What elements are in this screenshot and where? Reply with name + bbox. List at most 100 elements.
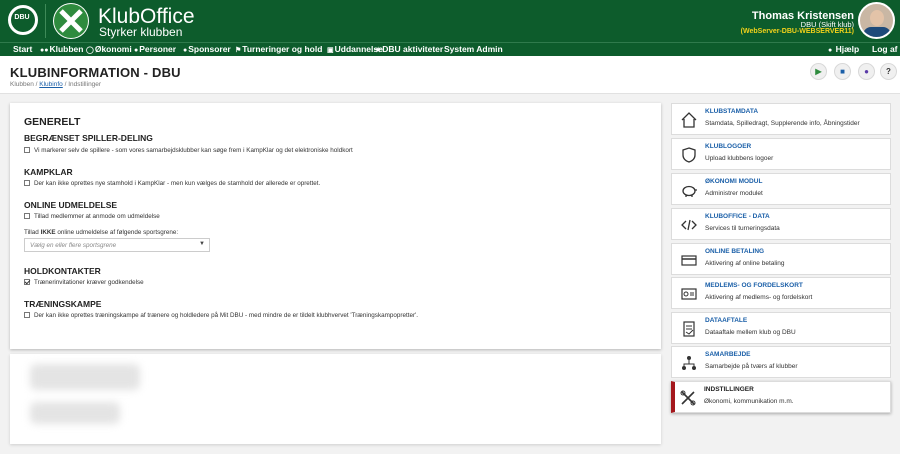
card-desc: Dataaftale mellem klub og DBU <box>705 329 796 336</box>
nav-turneringer[interactable]: ⚑Turneringer og hold <box>235 44 322 54</box>
book-icon: ▣ <box>327 47 334 54</box>
label-pre: Tillad <box>24 229 41 236</box>
code-icon <box>681 219 697 231</box>
nav-klubben-label: Klubben <box>49 44 84 54</box>
nav-start-label: Start <box>13 44 33 54</box>
card-title: KLUBOFFICE - DATA <box>705 213 770 220</box>
dbu-logo-text: DBU <box>14 14 30 21</box>
card-medlemskort[interactable]: MEDLEMS- OG FORDELSKORT Aktivering af me… <box>671 277 891 309</box>
server-label: (WebServer-DBU-WEBSERVER11) <box>740 28 854 35</box>
nav-system-admin[interactable]: System Admin <box>444 44 503 54</box>
checkbox-holdkontakter[interactable]: Trænerinvitationer kræver godkendelse <box>24 279 144 286</box>
breadcrumb-klubben[interactable]: Klubben <box>10 81 34 88</box>
piggy-bank-icon <box>682 185 697 197</box>
lightbulb-icon: ● <box>828 47 833 54</box>
save-button[interactable]: ■ <box>834 63 851 80</box>
checkbox-label: Trænerinvitationer kræver godkendelse <box>34 279 144 286</box>
checkbox-kampklar[interactable]: Der kan ikke oprettes nye stamhold i Kam… <box>24 180 320 187</box>
card-klublogoer[interactable]: KLUBLOGOER Upload klubbens logoer <box>671 138 891 170</box>
nav-help[interactable]: ● Hjælp <box>828 44 859 54</box>
checkbox-box[interactable] <box>24 180 30 187</box>
label-post: online udmeldelse af følgende sportsgren… <box>55 229 179 236</box>
flag-icon: ⚑ <box>235 47 242 54</box>
nav-dbu-aktiviteter-label: DBU aktiviteter <box>382 44 444 54</box>
card-title: ØKONOMI MODUL <box>705 178 763 185</box>
nav-okonomi[interactable]: ◯Økonomi <box>86 44 132 54</box>
card-kluboffice-data[interactable]: KLUBOFFICE - DATA Services til turnering… <box>671 208 891 240</box>
panel-title: GENERELT <box>24 116 81 128</box>
id-card-icon <box>681 288 697 300</box>
app-header: DBU KlubOffice Styrker klubben Thomas Kr… <box>0 0 900 42</box>
checkbox-label: Der kan ikke oprettes træningskampe af t… <box>34 312 419 319</box>
title-bar: KLUBINFORMATION - DBU Klubben / Klubinfo… <box>0 56 900 94</box>
card-title: SAMARBEJDE <box>705 351 751 358</box>
page-title: KLUBINFORMATION - DBU <box>10 65 181 80</box>
nav-dbu-aktiviteter[interactable]: ★DBU aktiviteter <box>375 44 443 54</box>
avatar[interactable] <box>858 2 895 39</box>
group-icon: ●● <box>40 47 49 54</box>
breadcrumb: Klubben / Klubinfo / Indstillinger <box>10 81 102 88</box>
card-desc: Upload klubbens logoer <box>705 155 774 162</box>
card-desc: Samarbejde på tværs af klubber <box>705 363 798 370</box>
select-placeholder: Vælg en eller flere sportsgrene <box>30 242 117 249</box>
header-divider <box>45 4 46 38</box>
sportsgrene-label: Tillad IKKE online udmeldelse af følgend… <box>24 229 178 236</box>
nav-klubben[interactable]: ●●Klubben <box>40 44 83 54</box>
label-bold: IKKE <box>40 229 56 236</box>
checkbox-box[interactable] <box>24 213 30 220</box>
nav-sponsorer-label: Sponsorer <box>188 44 231 54</box>
sportsgrene-select[interactable]: Vælg en eller flere sportsgrene ▼ <box>24 238 210 252</box>
blurred-content <box>30 402 120 424</box>
main-nav: Start ●●Klubben ◯Økonomi ●Personer ●Spon… <box>0 42 900 56</box>
dbu-logo[interactable]: DBU <box>6 3 40 37</box>
nav-logout[interactable]: Log af <box>872 44 898 54</box>
coin-icon: ◯ <box>86 47 94 54</box>
info-button[interactable]: ● <box>858 63 875 80</box>
section-title-holdkontakter: HOLDKONTAKTER <box>24 266 101 276</box>
checkbox-spiller-deling[interactable]: Vi markerer selv de spillere - som vores… <box>24 147 353 154</box>
kluboffice-logo-icon[interactable] <box>52 2 90 40</box>
play-icon: ▶ <box>815 67 822 76</box>
checkbox-label: Tillad medlemmer at anmode om udmeldelse <box>34 213 160 220</box>
nav-help-label: Hjælp <box>835 44 860 54</box>
tools-icon <box>680 390 696 406</box>
card-desc: Stamdata, Spilledragt, Supplerende info,… <box>705 120 860 127</box>
card-title: INDSTILLINGER <box>704 386 754 393</box>
help-button[interactable]: ? <box>880 63 897 80</box>
blurred-panel <box>10 354 661 444</box>
nav-logout-label: Log af <box>872 44 898 54</box>
checkbox-box[interactable] <box>24 147 30 154</box>
card-online-betaling[interactable]: ONLINE BETALING Aktivering af online bet… <box>671 243 891 275</box>
go-button[interactable]: ▶ <box>810 63 827 80</box>
brand-tagline: Styrker klubben <box>99 25 183 39</box>
checkbox-box-checked[interactable] <box>24 279 30 286</box>
card-indstillinger[interactable]: INDSTILLINGER Økonomi, kommunikation m.m… <box>671 381 891 413</box>
home-icon <box>681 112 697 128</box>
sponsor-icon: ● <box>183 47 188 54</box>
card-klubstamdata[interactable]: KLUBSTAMDATA Stamdata, Spilledragt, Supp… <box>671 103 891 135</box>
checkbox-traeningskampe[interactable]: Der kan ikke oprettes træningskampe af t… <box>24 312 418 319</box>
card-desc: Administrer modulet <box>705 190 763 197</box>
card-okonomi-modul[interactable]: ØKONOMI MODUL Administrer modulet <box>671 173 891 205</box>
card-title: DATAAFTALE <box>705 317 748 324</box>
checkbox-box[interactable] <box>24 312 30 319</box>
nav-sponsorer[interactable]: ●Sponsorer <box>183 44 231 54</box>
nav-turneringer-label: Turneringer og hold <box>242 44 323 54</box>
contract-icon <box>683 321 695 337</box>
nav-okonomi-label: Økonomi <box>94 44 132 54</box>
nav-system-admin-label: System Admin <box>444 44 503 54</box>
card-samarbejde[interactable]: SAMARBEJDE Samarbejde på tværs af klubbe… <box>671 346 891 378</box>
card-title: KLUBSTAMDATA <box>705 108 759 115</box>
shield-icon <box>682 147 696 163</box>
checkbox-online-udmeldelse[interactable]: Tillad medlemmer at anmode om udmeldelse <box>24 213 160 220</box>
section-title-traeningskampe: TRÆNINGSKAMPE <box>24 299 102 309</box>
card-dataaftale[interactable]: DATAAFTALE Dataaftale mellem klub og DBU <box>671 312 891 344</box>
section-title-spiller-deling: BEGRÆNSET SPILLER-DELING <box>24 133 153 143</box>
nav-personer-label: Personer <box>139 44 177 54</box>
blurred-content <box>30 364 140 390</box>
breadcrumb-klubinfo[interactable]: Klubinfo <box>39 81 63 88</box>
nav-start[interactable]: Start <box>13 44 32 54</box>
credit-card-icon <box>681 255 697 266</box>
nav-personer[interactable]: ●Personer <box>134 44 176 54</box>
info-icon: ● <box>864 67 869 76</box>
